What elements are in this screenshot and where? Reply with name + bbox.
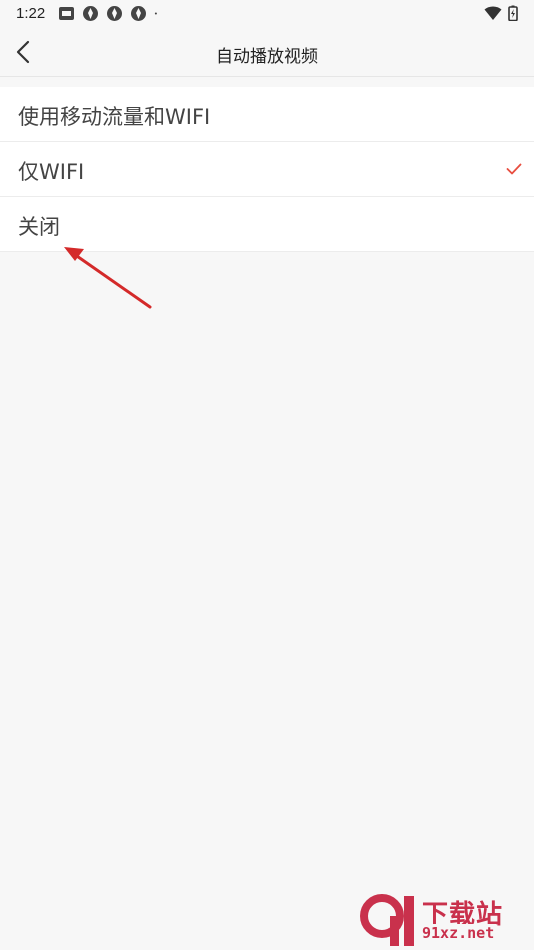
annotation-arrow-icon xyxy=(64,247,152,309)
autoplay-options-list: 使用移动流量和WIFI 仅WIFI 关闭 xyxy=(0,87,534,252)
option-label: 关闭 xyxy=(18,215,60,239)
status-bar: 1:22 xyxy=(0,0,534,28)
checkmark-icon xyxy=(506,163,522,175)
app-notification-icon xyxy=(59,7,74,20)
status-time: 1:22 xyxy=(16,5,46,22)
status-right-icons xyxy=(484,5,518,21)
aperture-notification-icon xyxy=(107,6,122,21)
wifi-icon xyxy=(484,6,502,20)
watermark: 下载站 91xz.net xyxy=(360,892,530,948)
aperture-notification-icon xyxy=(131,6,146,21)
option-label: 使用移动流量和WIFI xyxy=(18,105,211,129)
notification-icons xyxy=(58,5,162,22)
watermark-url-text: 91xz.net xyxy=(420,924,497,942)
option-wifi-only[interactable]: 仅WIFI xyxy=(0,142,534,197)
watermark-logo-icon xyxy=(360,894,414,946)
nav-bar: 自动播放视频 xyxy=(0,28,534,77)
page-title: 自动播放视频 xyxy=(216,47,318,67)
more-notifications-dot-icon xyxy=(154,12,157,15)
option-mobile-and-wifi[interactable]: 使用移动流量和WIFI xyxy=(0,87,534,142)
option-label: 仅WIFI xyxy=(18,160,85,184)
aperture-notification-icon xyxy=(83,6,98,21)
battery-charging-icon xyxy=(508,5,518,21)
